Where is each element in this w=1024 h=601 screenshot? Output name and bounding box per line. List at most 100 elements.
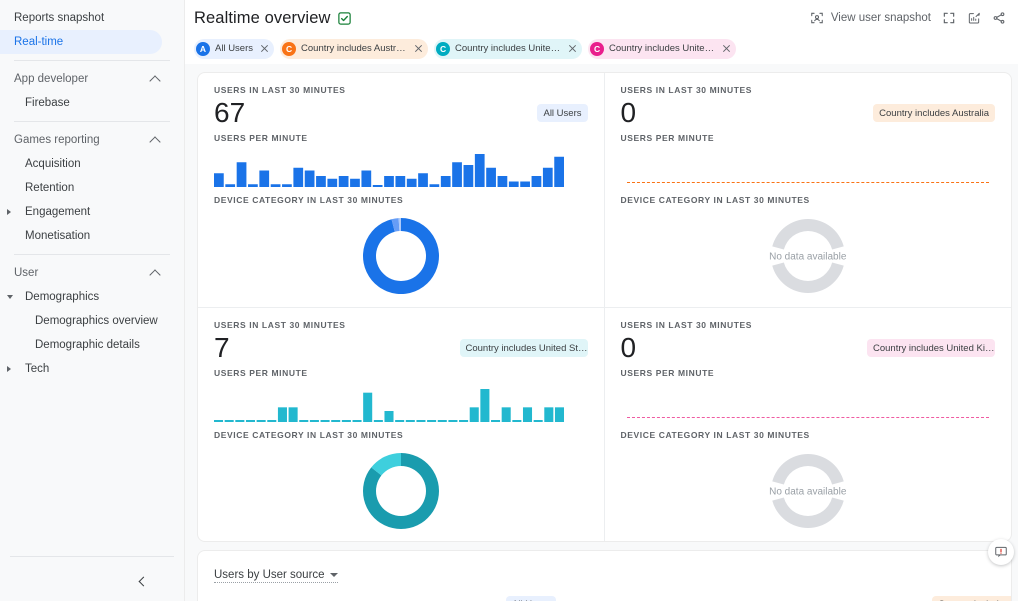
view-user-snapshot-label: View user snapshot — [831, 12, 931, 24]
sidebar-divider — [14, 254, 170, 255]
card-segment-chip[interactable]: Country includes United St… — [460, 339, 588, 357]
empty-baseline — [627, 417, 990, 418]
view-user-snapshot-button[interactable]: View user snapshot — [810, 11, 931, 25]
users-last-30-label: USERS IN LAST 30 MINUTES — [621, 320, 996, 330]
sidebar-footer — [0, 556, 184, 601]
sidebar-item-label: Games reporting — [14, 134, 100, 146]
device-category-donut-empty: No data available — [621, 209, 996, 305]
filter-chip[interactable]: CCountry includes Australia — [280, 39, 428, 59]
empty-baseline — [627, 182, 990, 183]
report-content: USERS IN LAST 30 MINUTES67All UsersUSERS… — [185, 64, 1024, 601]
sidebar-item-user[interactable]: User — [0, 261, 184, 285]
filter-chip[interactable]: CCountry includes United … — [434, 39, 582, 59]
users-last-30-label: USERS IN LAST 30 MINUTES — [214, 85, 588, 95]
card-segment-chip[interactable]: Country includes United Ki… — [867, 339, 995, 357]
realtime-card-united-states: USERS IN LAST 30 MINUTES 7 Country include… — [198, 308, 604, 542]
card-segment-chip[interactable]: Country includes Australia — [873, 104, 995, 122]
realtime-card-united-kingdom: USERS IN LAST 30 MINUTES 0 Country include… — [605, 308, 1012, 542]
sidebar-item-retention[interactable]: Retention — [0, 176, 184, 200]
sidebar-item-label: Firebase — [25, 97, 70, 109]
realtime-cards-panel: USERS IN LAST 30 MINUTES67All UsersUSERS… — [197, 72, 1012, 542]
sidebar-item-label: Acquisition — [25, 158, 81, 170]
sidebar-divider — [14, 121, 170, 122]
sidebar-nav: Reports snapshot Real-time App developer Fi… — [0, 6, 184, 381]
sidebar-item-label: Tech — [25, 363, 49, 375]
device-category-label: DEVICE CATEGORY IN LAST 30 MINUTES — [214, 195, 588, 205]
sidebar: Reports snapshot Real-time App developer Fi… — [0, 0, 185, 601]
chip-avatar-icon: C — [436, 42, 450, 56]
main-area: Realtime overview — [185, 0, 1024, 601]
caret-right-icon — [7, 366, 11, 372]
collapse-sidebar-icon[interactable] — [130, 569, 154, 593]
fullscreen-icon[interactable] — [942, 11, 956, 25]
sidebar-item-app-developer[interactable]: App developer — [0, 67, 184, 91]
chevron-up-icon[interactable] — [149, 136, 160, 147]
share-icon[interactable] — [992, 11, 1006, 25]
device-category-donut[interactable] — [214, 209, 588, 305]
sidebar-item-firebase[interactable]: Firebase — [0, 91, 184, 115]
page-title: Realtime overview — [185, 9, 352, 28]
device-category-donut[interactable] — [214, 444, 588, 540]
users-by-source-panel: Users by User source All UsersCountry in… — [197, 550, 1012, 601]
sidebar-item-real-time[interactable]: Real-time — [0, 30, 162, 54]
customise-report-icon[interactable] — [967, 11, 981, 25]
device-category-donut-empty: No data available — [621, 444, 996, 540]
sidebar-footer-divider — [10, 556, 174, 557]
cards-column-right: USERS IN LAST 30 MINUTES0Country include… — [605, 73, 1012, 541]
users-last-30-label: USERS IN LAST 30 MINUTES — [214, 320, 588, 330]
chip-label: Country includes United … — [609, 43, 715, 54]
sidebar-item-label: Demographics — [25, 291, 99, 303]
sidebar-item-label: Reports snapshot — [14, 12, 104, 24]
users-count-value: 7 — [214, 334, 230, 362]
users-per-minute-chart[interactable] — [214, 149, 588, 189]
sidebar-item-demographics[interactable]: Demographics — [0, 285, 184, 309]
top-bar-actions: View user snapshot — [810, 11, 1010, 25]
sidebar-divider — [14, 60, 170, 61]
close-icon[interactable] — [721, 43, 732, 54]
users-last-30-label: USERS IN LAST 30 MINUTES — [621, 85, 996, 95]
filter-chip[interactable]: CCountry includes United … — [588, 39, 736, 59]
sidebar-item-engagement[interactable]: Engagement — [0, 200, 184, 224]
sidebar-item-tech[interactable]: Tech — [0, 357, 184, 381]
insights-check-icon — [337, 11, 352, 26]
sidebar-item-label: User — [14, 267, 38, 279]
chevron-up-icon[interactable] — [149, 75, 160, 86]
users-count-row: 0Country includes Australia — [621, 95, 996, 131]
close-icon[interactable] — [567, 43, 578, 54]
users-per-minute-chart — [621, 149, 996, 189]
sidebar-item-label: Monetisation — [25, 230, 90, 242]
card-segment-chip[interactable]: All Users — [537, 104, 587, 122]
sidebar-item-monetisation[interactable]: Monetisation — [0, 224, 184, 248]
users-per-minute-chart[interactable] — [214, 384, 588, 424]
users-count-value: 0 — [621, 334, 637, 362]
users-by-source-dropdown[interactable]: Users by User source — [214, 569, 338, 583]
sidebar-item-games-reporting[interactable]: Games reporting — [0, 128, 184, 152]
users-count-row: 0 Country includes United Ki… — [621, 330, 996, 366]
sidebar-item-acquisition[interactable]: Acquisition — [0, 152, 184, 176]
chip-avatar-icon: C — [282, 42, 296, 56]
sidebar-item-label: Real-time — [14, 36, 63, 48]
realtime-card-australia: USERS IN LAST 30 MINUTES0Country include… — [605, 73, 1012, 308]
panel-segment-chip[interactable]: All Users — [506, 596, 556, 601]
close-icon[interactable] — [413, 43, 424, 54]
close-icon[interactable] — [259, 43, 270, 54]
chip-label: All Users — [215, 43, 253, 54]
panel-segment-chip[interactable]: Country includes Australia — [932, 596, 1012, 601]
users-per-minute-label: USERS PER MINUTE — [621, 133, 996, 143]
cards-column-left: USERS IN LAST 30 MINUTES67All UsersUSERS… — [198, 73, 605, 541]
device-category-label: DEVICE CATEGORY IN LAST 30 MINUTES — [621, 195, 996, 205]
no-data-text: No data available — [769, 252, 846, 263]
main-scrollbar[interactable] — [1018, 0, 1024, 601]
segment-chips-row: AAll UsersCCountry includes AustraliaCCo… — [185, 36, 1024, 64]
device-category-label: DEVICE CATEGORY IN LAST 30 MINUTES — [621, 430, 996, 440]
sidebar-item-reports-snapshot[interactable]: Reports snapshot — [0, 6, 184, 30]
users-per-minute-label: USERS PER MINUTE — [214, 368, 588, 378]
sidebar-item-demographics-overview[interactable]: Demographics overview — [0, 309, 184, 333]
filter-chip[interactable]: AAll Users — [194, 39, 274, 59]
users-per-minute-label: USERS PER MINUTE — [621, 368, 996, 378]
sidebar-item-demographic-details[interactable]: Demographic details — [0, 333, 184, 357]
users-by-source-chips: All UsersCountry includes Australia — [214, 596, 995, 601]
chevron-up-icon[interactable] — [149, 269, 160, 280]
realtime-card-all-users: USERS IN LAST 30 MINUTES67All UsersUSERS… — [198, 73, 604, 308]
feedback-icon[interactable] — [988, 539, 1014, 565]
